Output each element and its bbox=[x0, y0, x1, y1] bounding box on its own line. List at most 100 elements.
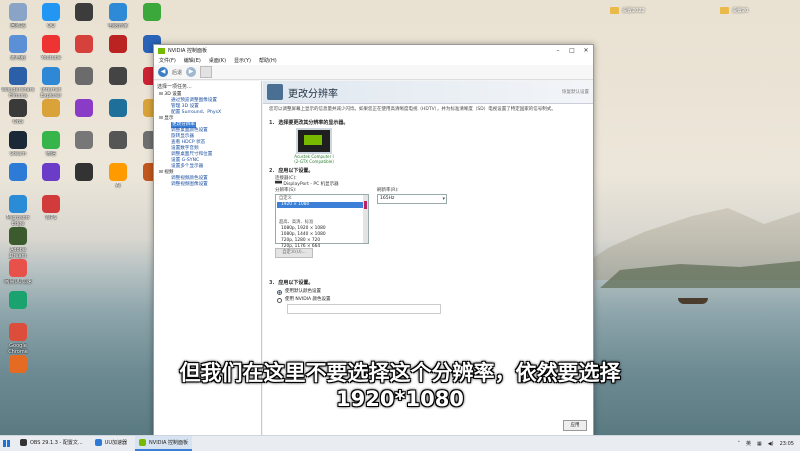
desktop-shortcut[interactable]: WPS bbox=[34, 195, 68, 239]
display-selector[interactable]: Acustek Computer I (2-GTX Compatible) bbox=[293, 128, 335, 164]
shortcut-label bbox=[67, 55, 101, 67]
desktop-shortcut[interactable] bbox=[67, 163, 101, 207]
page-description: 您可以调整屏幕上显示的信息量并减少闪烁。如果您正在使用高清晰度电视（HDTV），… bbox=[269, 107, 556, 112]
chevron-up-icon[interactable]: ˄ bbox=[738, 441, 741, 447]
tree-label: ⊟ 显示 bbox=[159, 116, 174, 121]
app-icon bbox=[42, 163, 60, 181]
step-2-heading: 2. 应用以下设置。 bbox=[269, 168, 314, 174]
toolbar: ◀ 后退 ▶ bbox=[154, 65, 593, 80]
resolution-items: 自定义 1920 × 1080 超高、高清、标准 1080p, 1920 × 108… bbox=[277, 196, 367, 250]
tree-label: 通过预览调整图像设置 bbox=[171, 98, 217, 103]
default-color-radio[interactable]: 使用默认颜色设置 bbox=[263, 288, 593, 296]
taskbar-apps: OBS 29.1.3 - 配置文... UU加速器 NVIDIA 控制面板 bbox=[12, 436, 193, 451]
page-title: 更改分辨率 bbox=[288, 88, 338, 100]
step-3-heading: 3. 应用以下设置。 bbox=[269, 280, 314, 286]
desktop-shortcut[interactable]: Ai bbox=[101, 163, 135, 207]
subtitle-line-1: 但我们在这里不要选择这个分辨率，依然要选择 bbox=[179, 361, 621, 385]
start-button[interactable] bbox=[0, 436, 12, 451]
display-label: Acustek Computer I (2-GTX Compatible) bbox=[294, 154, 334, 164]
shortcut-label: WPS bbox=[45, 215, 57, 221]
shortcut-label bbox=[67, 183, 101, 195]
clock[interactable]: 23:05 bbox=[780, 441, 794, 447]
menu-display[interactable]: 显示(Y) bbox=[234, 57, 251, 64]
nvidia-color-radio[interactable]: 使用 NVIDIA 颜色设置 bbox=[263, 296, 593, 304]
shortcut-label: 此电脑 bbox=[10, 55, 26, 61]
shortcut-label bbox=[101, 151, 135, 163]
app-icon bbox=[75, 131, 93, 149]
app-icon bbox=[75, 35, 93, 53]
app-icon bbox=[75, 99, 93, 117]
taskbar-app-button[interactable]: OBS 29.1.3 - 配置文... bbox=[16, 436, 87, 451]
app-icon bbox=[143, 3, 161, 21]
app-icon bbox=[109, 131, 127, 149]
forward-arrow-icon[interactable]: ▶ bbox=[186, 67, 197, 77]
app-icon bbox=[9, 99, 27, 117]
radio-unselected-icon bbox=[277, 297, 282, 303]
desktop-folder[interactable]: 设置20 bbox=[720, 4, 790, 16]
tree-label: 调整桌面颜色设置 bbox=[171, 128, 208, 133]
wallpaper-boat bbox=[678, 298, 708, 304]
menu-edit[interactable]: 编辑(E) bbox=[184, 57, 201, 64]
tree-label: 查看 HDCP 状态 bbox=[171, 140, 206, 145]
app-icon bbox=[9, 163, 27, 181]
shortcut-label bbox=[67, 151, 101, 163]
listbox-scrollbar[interactable] bbox=[363, 195, 368, 243]
connector-value-text: DisplayPort - PC 机显示器 bbox=[283, 182, 339, 187]
app-icon bbox=[42, 131, 60, 149]
taskbar-app-label: OBS 29.1.3 - 配置文... bbox=[30, 440, 83, 446]
menu-file[interactable]: 文件(F) bbox=[159, 57, 176, 64]
restore-defaults-link[interactable]: 恢复默认设置 bbox=[562, 89, 589, 95]
folder-label: 设置2022 bbox=[622, 7, 645, 14]
shortcut-label bbox=[101, 119, 135, 131]
shortcut-label: 微信 bbox=[45, 151, 56, 157]
back-label[interactable]: 后退 bbox=[172, 69, 182, 76]
language-indicator[interactable]: 英 bbox=[746, 440, 751, 447]
refresh-rate-select[interactable]: 165Hz bbox=[377, 194, 447, 204]
app-icon bbox=[42, 3, 60, 21]
maximize-icon[interactable]: □ bbox=[565, 47, 579, 54]
apply-button[interactable]: 应用 bbox=[563, 420, 587, 431]
resolution-listbox[interactable]: 自定义 1920 × 1080 超高、高清、标准 1080p, 1920 × 108… bbox=[275, 194, 369, 249]
network-icon[interactable]: ▦ bbox=[757, 441, 762, 447]
menu-help[interactable]: 帮助(H) bbox=[259, 57, 277, 64]
shortcut-label: 回收站 bbox=[10, 23, 26, 29]
back-arrow-icon[interactable]: ◀ bbox=[158, 67, 168, 77]
shortcut-label bbox=[34, 119, 68, 131]
app-icon bbox=[109, 99, 127, 117]
resolution-option[interactable]: 720p, 1176 × 664 bbox=[277, 244, 367, 250]
shortcut-label bbox=[34, 183, 68, 195]
shortcut-label: Microsoft Edge bbox=[6, 215, 30, 227]
default-color-label: 使用默认颜色设置 bbox=[285, 289, 321, 294]
tree-label: 配置 Surround、PhysX bbox=[171, 110, 222, 115]
app-icon bbox=[9, 195, 27, 213]
monitor-icon bbox=[296, 128, 332, 154]
shortcut-label bbox=[135, 23, 169, 35]
close-icon[interactable]: ✕ bbox=[579, 47, 593, 54]
app-icon bbox=[20, 439, 27, 446]
app-icon bbox=[9, 67, 27, 85]
app-icon bbox=[42, 195, 60, 213]
app-icon bbox=[94, 439, 102, 446]
window-title: NVIDIA 控制面板 bbox=[168, 48, 207, 54]
menu-desktop[interactable]: 桌面(K) bbox=[209, 57, 226, 64]
tree-label: 调整视频颜色设置 bbox=[171, 176, 208, 181]
taskbar-app-button[interactable]: UU加速器 bbox=[91, 436, 131, 451]
refresh-rate-group: 刷新率(R): 165Hz bbox=[377, 188, 447, 244]
desktop-folder[interactable]: 设置2022 bbox=[610, 4, 680, 16]
title-bar[interactable]: NVIDIA 控制面板 – □ ✕ bbox=[154, 45, 593, 56]
app-icon bbox=[9, 259, 27, 277]
menu-bar: 文件(F) 编辑(E) 桌面(K) 显示(Y) 帮助(H) bbox=[154, 56, 593, 65]
app-icon bbox=[42, 99, 60, 117]
app-icon bbox=[75, 163, 93, 181]
system-tray: ˄ 英 ▦ ◀) 23:05 bbox=[738, 440, 800, 448]
shortcut-label: Adobe Dream Preview bbox=[9, 247, 27, 259]
tree-label: 设置数字音频 bbox=[171, 146, 199, 151]
shortcut-label bbox=[67, 119, 101, 131]
tree-task-link[interactable]: 调整视频图像设置 bbox=[157, 182, 258, 188]
minimize-icon[interactable]: – bbox=[551, 47, 565, 54]
shortcut-label: Wondershare Filmora bbox=[1, 87, 35, 99]
taskbar-app-button[interactable]: NVIDIA 控制面板 bbox=[135, 436, 193, 451]
tree-label: ⊟ 3D 设置 bbox=[159, 92, 182, 97]
home-icon[interactable] bbox=[200, 66, 213, 78]
volume-icon[interactable]: ◀) bbox=[768, 441, 774, 447]
